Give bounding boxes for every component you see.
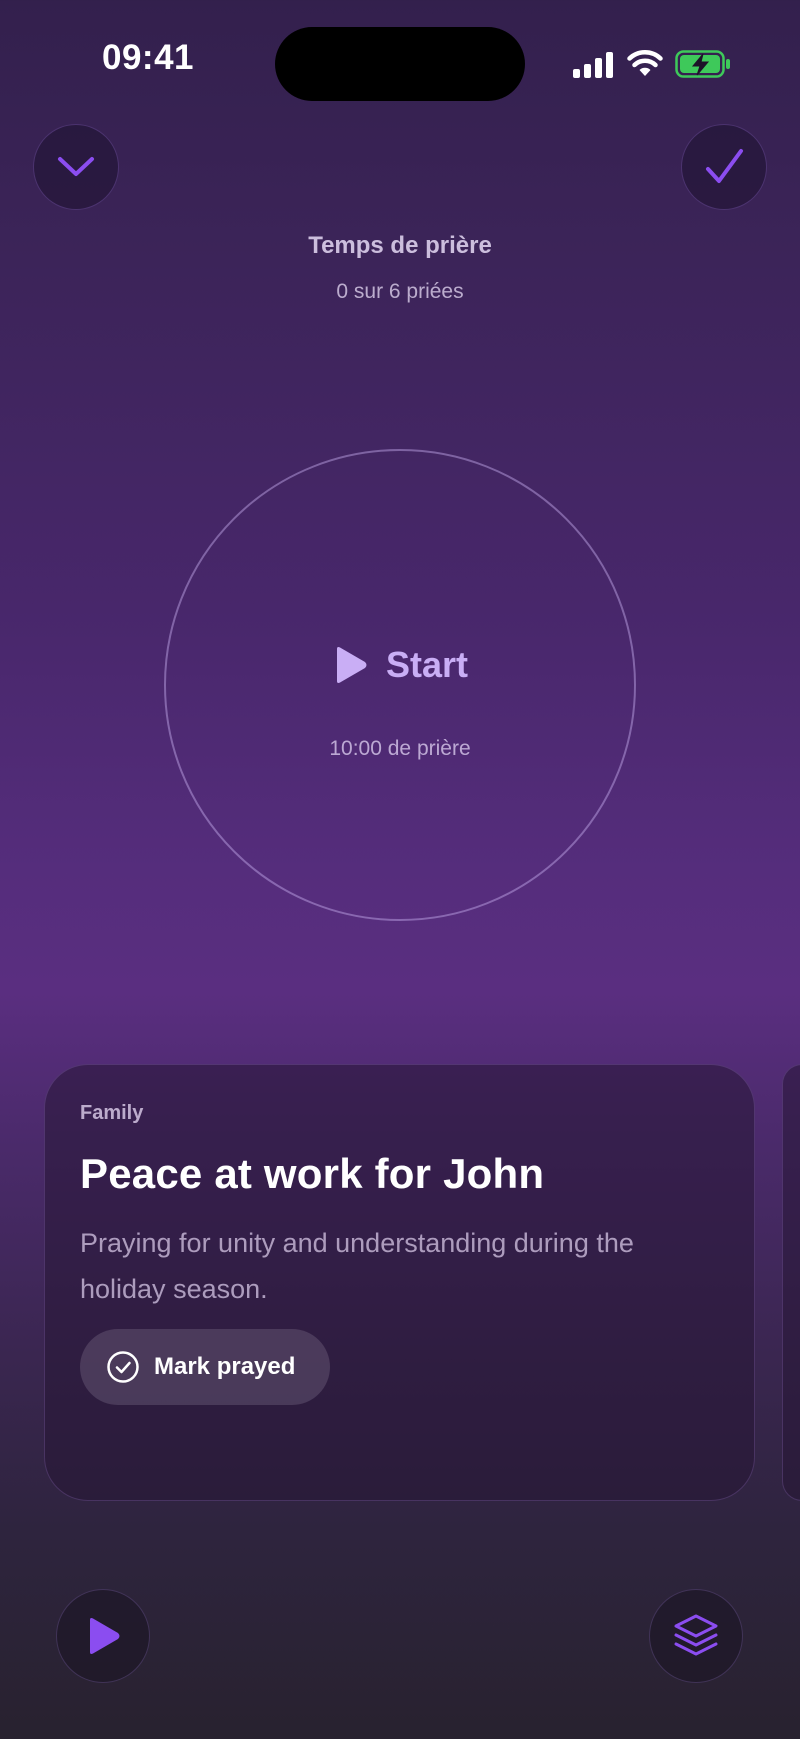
done-button[interactable] <box>681 124 767 210</box>
wifi-icon <box>627 50 663 76</box>
start-label: Start <box>385 644 469 685</box>
card-category: Family <box>80 1102 144 1124</box>
check-circle-icon <box>107 1351 139 1383</box>
prayer-list-button[interactable] <box>649 1589 743 1683</box>
collapse-button[interactable] <box>33 124 119 210</box>
start-button[interactable]: Start <box>200 640 600 690</box>
status-time: 09:41 <box>101 38 195 77</box>
dynamic-island <box>275 27 525 101</box>
play-button[interactable] <box>56 1589 150 1683</box>
card-title: Peace at work for John <box>80 1150 545 1197</box>
layers-icon <box>674 1614 718 1656</box>
play-icon <box>90 1618 120 1654</box>
mark-prayed-label: Mark prayed <box>154 1353 296 1380</box>
checkmark-icon <box>706 149 743 183</box>
page-title: Temps de prière <box>308 232 492 259</box>
card-description: Praying for unity and understanding duri… <box>80 1228 634 1304</box>
timer-duration: 10:00 de prière <box>329 737 471 760</box>
cellular-signal-icon <box>573 52 613 78</box>
next-prayer-card[interactable] <box>782 1064 800 1501</box>
mark-prayed-button[interactable]: Mark prayed <box>80 1329 330 1405</box>
chevron-down-icon <box>58 157 94 176</box>
play-icon <box>336 647 367 683</box>
prayed-count: 0 sur 6 priées <box>336 280 464 303</box>
battery-charging-icon <box>675 50 730 78</box>
